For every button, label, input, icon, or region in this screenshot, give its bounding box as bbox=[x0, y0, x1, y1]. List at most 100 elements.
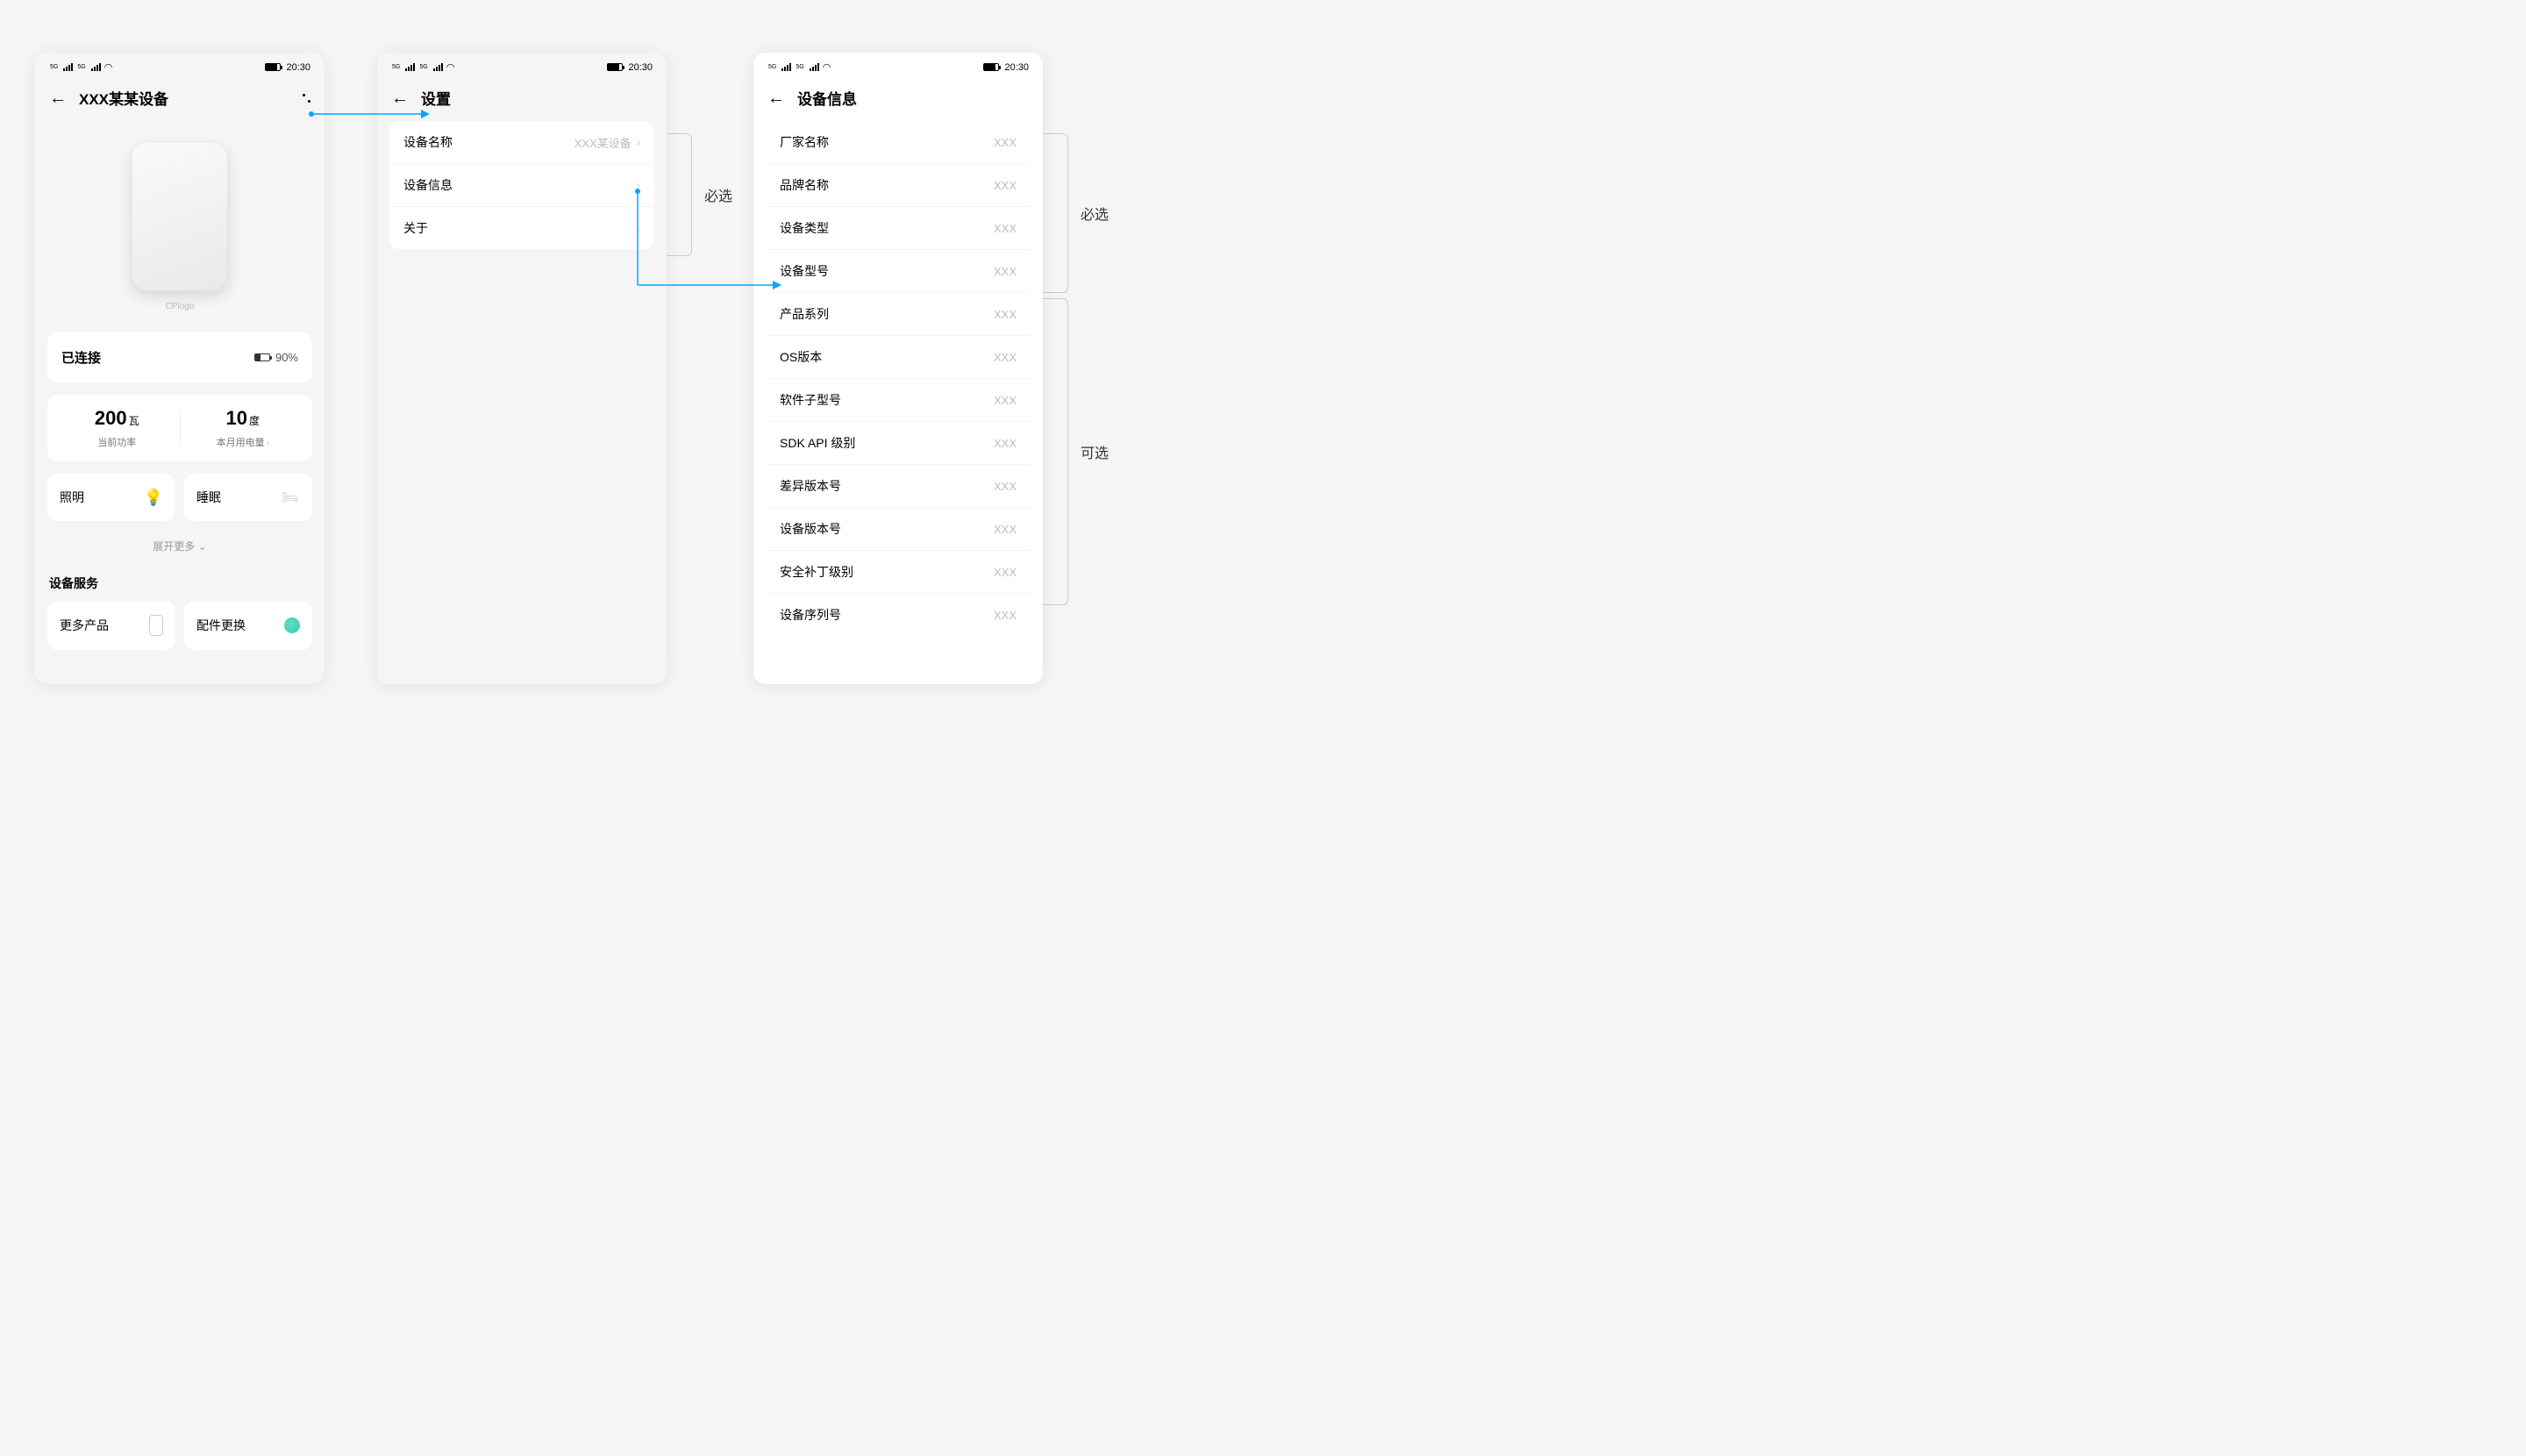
device-battery: 90% bbox=[254, 351, 298, 364]
status-left: 5G 5G ◠ bbox=[49, 61, 112, 73]
connection-card: 已连接 90% bbox=[47, 332, 312, 382]
row-label: 差异版本号 bbox=[780, 477, 841, 495]
status-time: 20:30 bbox=[286, 62, 310, 73]
row-label: 设备名称 bbox=[403, 133, 453, 151]
nav-bar: ← XXX某某设备 bbox=[35, 78, 325, 121]
tile-sleep[interactable]: 睡眠 🛏 bbox=[184, 474, 312, 521]
row-value: XXX bbox=[994, 265, 1017, 278]
signal-label-icon: 5G bbox=[768, 64, 776, 70]
bracket-label-required: 必选 bbox=[704, 184, 732, 205]
tile-lighting[interactable]: 照明 💡 bbox=[47, 474, 175, 521]
signal-label-icon: 5G bbox=[392, 64, 400, 70]
signal-label-icon: 5G bbox=[419, 64, 427, 70]
tile-row: 照明 💡 睡眠 🛏 bbox=[47, 474, 312, 521]
content: CPlogo 已连接 90% 200瓦 当前功率 10度 bbox=[35, 121, 325, 684]
row-value: XXX某设备› bbox=[574, 134, 640, 151]
phone-outline-icon bbox=[149, 615, 163, 636]
signal-label-icon: 5G bbox=[50, 64, 58, 70]
battery-icon bbox=[983, 63, 999, 71]
signal-label-icon: 5G bbox=[796, 64, 803, 70]
list-row[interactable]: 关于 › bbox=[389, 206, 654, 249]
battery-icon bbox=[254, 353, 270, 361]
list-row[interactable]: 厂家名称XXX bbox=[766, 121, 1031, 163]
info-list: 厂家名称XXX品牌名称XXX设备类型XXX设备型号XXX产品系列XXXOS版本X… bbox=[766, 121, 1031, 636]
status-time: 20:30 bbox=[628, 62, 653, 73]
list-row[interactable]: 设备序列号XXX bbox=[766, 593, 1031, 636]
signal-label-icon: 5G bbox=[77, 64, 85, 70]
status-bar: 5G 5G ◠ 20:30 bbox=[753, 53, 1043, 78]
list-row[interactable]: 产品系列XXX bbox=[766, 292, 1031, 335]
row-label: 软件子型号 bbox=[780, 391, 841, 409]
status-bar: 5G 5G ◠ 20:30 bbox=[377, 53, 667, 78]
list-row[interactable]: 安全补丁级别XXX bbox=[766, 550, 1031, 593]
list-row[interactable]: SDK API 级别XXX bbox=[766, 421, 1031, 464]
signal-icon bbox=[405, 63, 415, 71]
list-row[interactable]: 设备信息› bbox=[389, 163, 654, 206]
row-label: 产品系列 bbox=[780, 305, 829, 323]
row-label: 设备版本号 bbox=[780, 520, 841, 538]
row-label: 安全补丁级别 bbox=[780, 563, 853, 581]
phone-frame: 5G 5G ◠ 20:30 ← 设备信息 厂家名称XXX品牌名称XXX设备类型X… bbox=[753, 53, 1043, 684]
tile-more-products[interactable]: 更多产品 bbox=[47, 601, 175, 650]
device-image bbox=[132, 142, 228, 291]
phone-frame: 5G 5G ◠ 20:30 ← XXX某某设备 CPlogo bbox=[35, 53, 325, 684]
row-label: 关于 bbox=[403, 219, 428, 237]
stat-sublabel: 当前功率 bbox=[54, 435, 180, 449]
accessory-icon bbox=[284, 617, 300, 633]
signal-icon bbox=[63, 63, 73, 71]
tile-label: 睡眠 bbox=[196, 489, 221, 506]
battery-icon bbox=[265, 63, 281, 71]
row-value: XXX bbox=[994, 179, 1017, 192]
row-value: XXX bbox=[994, 523, 1017, 536]
stat-sublabel: 本月用电量› bbox=[181, 435, 306, 449]
chevron-down-icon: ⌄ bbox=[198, 540, 207, 553]
stat-unit: 瓦 bbox=[129, 415, 139, 427]
signal-icon bbox=[781, 63, 791, 71]
tile-accessory[interactable]: 配件更换 bbox=[184, 601, 312, 650]
stats-card: 200瓦 当前功率 10度 本月用电量› bbox=[47, 395, 312, 461]
list-row[interactable]: 设备型号 XXX bbox=[766, 249, 1031, 292]
chevron-right-icon: › bbox=[637, 136, 640, 149]
stat-power: 200瓦 当前功率 bbox=[54, 407, 180, 449]
nav-left: ← 设置 bbox=[391, 87, 451, 109]
stat-usage[interactable]: 10度 本月用电量› bbox=[181, 407, 306, 449]
status-bar: 5G 5G ◠ 20:30 bbox=[35, 53, 325, 78]
tile-label: 更多产品 bbox=[60, 617, 109, 634]
cp-logo: CPlogo bbox=[47, 302, 312, 311]
row-value: › bbox=[637, 179, 640, 192]
stat-value: 10 bbox=[226, 407, 247, 429]
row-value: XXX bbox=[994, 222, 1017, 235]
screen-settings: 5G 5G ◠ 20:30 ← 设置 设备名称XXX某设备›设备信息›关于› 必… bbox=[377, 53, 701, 684]
signal-icon bbox=[91, 63, 101, 71]
row-value: XXX bbox=[994, 609, 1017, 622]
row-label: 设备型号 bbox=[780, 262, 829, 280]
list-row[interactable]: 软件子型号XXX bbox=[766, 378, 1031, 421]
screen-device-home: 5G 5G ◠ 20:30 ← XXX某某设备 CPlogo bbox=[35, 53, 325, 684]
list-row[interactable]: 设备版本号 XXX bbox=[766, 507, 1031, 550]
nav-left: ← XXX某某设备 bbox=[49, 87, 168, 109]
row-label: SDK API 级别 bbox=[780, 434, 855, 452]
list-row[interactable]: OS版本XXX bbox=[766, 335, 1031, 378]
list-row[interactable]: 设备名称 XXX某设备› bbox=[389, 121, 654, 163]
wifi-icon: ◠ bbox=[823, 61, 831, 73]
back-icon[interactable]: ← bbox=[391, 89, 409, 107]
row-value: › bbox=[637, 222, 640, 235]
more-icon[interactable] bbox=[303, 94, 310, 103]
expand-more[interactable]: 展开更多 ⌄ bbox=[47, 530, 312, 569]
back-icon[interactable]: ← bbox=[767, 89, 785, 107]
list-row[interactable]: 差异版本号XXX bbox=[766, 464, 1031, 507]
tile-label: 配件更换 bbox=[196, 617, 246, 634]
phone-frame: 5G 5G ◠ 20:30 ← 设置 设备名称 XXX某设备› 设备信息› 关于 › bbox=[377, 53, 667, 684]
chevron-right-icon: › bbox=[637, 179, 640, 192]
screen-device-info: 5G 5G ◠ 20:30 ← 设备信息 厂家名称XXX品牌名称XXX设备类型X… bbox=[753, 53, 1077, 684]
status-time: 20:30 bbox=[1004, 62, 1029, 73]
back-icon[interactable]: ← bbox=[49, 89, 67, 107]
status-left: 5G 5G ◠ bbox=[391, 61, 454, 73]
list-row[interactable]: 品牌名称XXX bbox=[766, 163, 1031, 206]
nav-bar: ← 设置 bbox=[377, 78, 667, 121]
stat-value: 200 bbox=[95, 407, 127, 429]
bulb-icon: 💡 bbox=[144, 488, 163, 507]
list-row[interactable]: 设备类型XXX bbox=[766, 206, 1031, 249]
wifi-icon: ◠ bbox=[446, 61, 455, 73]
row-label: 厂家名称 bbox=[780, 133, 829, 151]
